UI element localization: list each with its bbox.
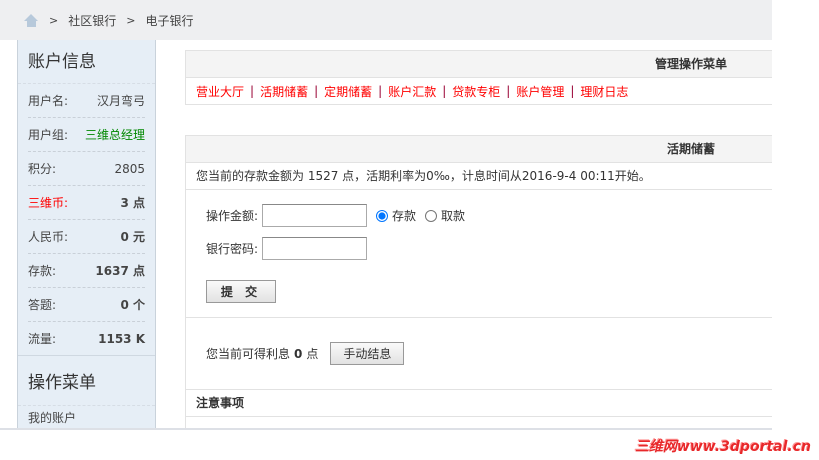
savings-info: 您当前的存款金额为 1527 点，活期利率为0‰，计息时间从2016-9-4 0…	[186, 163, 772, 190]
interest-unit: 点	[306, 347, 319, 361]
info-row-rmb: 人民币: 0 元	[28, 220, 145, 254]
notice-title: 注意事项	[186, 390, 772, 417]
row-value: 2805	[114, 161, 145, 176]
account-sidebar: 账户信息 用户名: 汉月弯弓 用户组: 三维总经理 积分: 2805 三维币: 3 点 …	[17, 40, 156, 428]
link-lobby[interactable]: 营业大厅	[196, 83, 244, 100]
savings-panel-title: 活期储蓄	[186, 136, 772, 163]
withdraw-radio[interactable]: 取款	[425, 207, 465, 224]
nav-links: 营业大厅 | 活期储蓄 | 定期储蓄 | 账户汇款 | 贷款专柜 | 账户管理 | 理财日志	[186, 78, 772, 104]
info-row-username: 用户名: 汉月弯弓	[28, 84, 145, 118]
amount-label: 操作金额:	[206, 209, 259, 223]
link-transfer[interactable]: 账户汇款	[388, 83, 436, 100]
menu-item-my-account[interactable]: 我的账户	[18, 406, 155, 428]
nav-panel: 管理操作菜单 营业大厅 | 活期储蓄 | 定期储蓄 | 账户汇款 | 贷款专柜 | 账户管…	[185, 50, 772, 105]
amount-input[interactable]	[262, 204, 367, 227]
row-value: 0 个	[120, 298, 145, 312]
link-account-manage[interactable]: 账户管理	[516, 83, 564, 100]
home-icon[interactable]	[24, 13, 39, 27]
interest-text: 您当前可得利息	[206, 347, 291, 361]
row-label: 三维币:	[28, 196, 69, 210]
separator: |	[506, 84, 511, 98]
row-value: 三维总经理	[84, 128, 145, 142]
savings-panel: 活期储蓄 您当前的存款金额为 1527 点，活期利率为0‰，计息时间从2016-…	[185, 135, 772, 428]
password-label: 银行密码:	[206, 242, 259, 256]
separator: |	[442, 84, 447, 98]
withdraw-label: 取款	[441, 209, 466, 223]
deposit-radio-input[interactable]	[376, 209, 388, 222]
link-demand-savings[interactable]: 活期储蓄	[260, 83, 308, 100]
operation-menu-title: 操作菜单	[18, 356, 155, 406]
row-label: 答题:	[28, 298, 57, 312]
row-label: 存款:	[28, 264, 57, 278]
breadcrumb-separator: >	[49, 13, 59, 27]
breadcrumb-e-bank[interactable]: 电子银行	[145, 12, 193, 29]
breadcrumb-community-bank[interactable]: 社区银行	[68, 12, 116, 29]
account-info-title: 账户信息	[18, 40, 155, 84]
info-row-answers: 答题: 0 个	[28, 288, 145, 322]
row-label: 用户名:	[28, 94, 69, 108]
link-fixed-savings[interactable]: 定期储蓄	[324, 83, 372, 100]
row-value: 1153 K	[98, 331, 145, 346]
link-finance-log[interactable]: 理财日志	[580, 83, 628, 100]
breadcrumb-separator: >	[126, 13, 136, 27]
info-row-usergroup: 用户组: 三维总经理	[28, 118, 145, 152]
page: > 社区银行 > 电子银行 账户信息 用户名: 汉月弯弓 用户组: 三维总经理 积分…	[0, 0, 772, 430]
separator: |	[378, 84, 383, 98]
row-value: 1637 点	[95, 264, 145, 278]
info-row-traffic: 流量: 1153 K	[28, 322, 145, 356]
info-row-coins: 三维币: 3 点	[28, 186, 145, 220]
row-label: 人民币:	[28, 230, 69, 244]
info-row-points: 积分: 2805	[28, 152, 145, 186]
separator: |	[314, 84, 319, 98]
deposit-radio[interactable]: 存款	[376, 207, 416, 224]
watermark: 三维网www.3dportal.cn	[634, 439, 811, 455]
interest-value: 0	[294, 346, 303, 361]
withdraw-radio-input[interactable]	[425, 209, 438, 222]
separator: |	[570, 84, 575, 98]
interest-row: 您当前可得利息 0 点 手动结息	[186, 318, 772, 390]
settle-interest-button[interactable]: 手动结息	[330, 342, 405, 365]
row-value: 3 点	[120, 196, 145, 210]
nav-panel-title: 管理操作菜单	[186, 51, 772, 78]
row-label: 流量:	[28, 332, 57, 346]
link-loans[interactable]: 贷款专柜	[452, 83, 500, 100]
password-input[interactable]	[262, 237, 367, 260]
row-value: 汉月弯弓	[96, 94, 145, 108]
row-label: 用户组:	[28, 128, 69, 142]
deposit-label: 存款	[392, 209, 417, 223]
submit-button[interactable]: 提 交	[206, 280, 276, 303]
info-row-deposit: 存款: 1637 点	[28, 254, 145, 288]
separator: |	[250, 84, 255, 98]
row-value: 0 元	[120, 230, 145, 244]
savings-form: 操作金额: 存款 取款 银行密码: 提 交	[186, 190, 772, 318]
breadcrumb: > 社区银行 > 电子银行	[0, 0, 772, 40]
row-label: 积分:	[28, 162, 57, 176]
operation-menu: 操作菜单 我的账户	[18, 355, 155, 428]
